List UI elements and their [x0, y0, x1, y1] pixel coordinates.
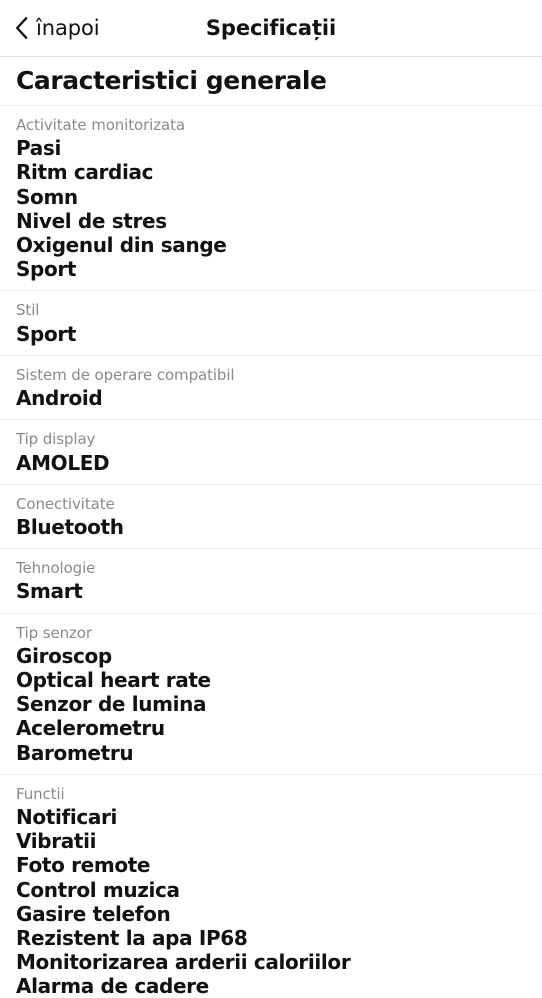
spec-value-list: Pasi Ritm cardiac Somn Nivel de stres Oxigen…	[16, 136, 526, 281]
spec-value-list: Sport	[16, 322, 526, 346]
spec-value: AMOLED	[16, 450, 110, 475]
spec-value: Smart	[16, 579, 83, 604]
spec-label: Functii	[16, 784, 65, 803]
specifications-screen: înapoi Specificații Caracteristici gener…	[0, 0, 542, 998]
spec-value: Foto remote	[16, 853, 151, 878]
spec-value: Bluetooth	[16, 514, 124, 539]
spec-value: Somn	[16, 184, 78, 209]
spec-value: Control muzica	[16, 877, 180, 902]
spec-row: Stil Sport	[0, 290, 542, 354]
spec-row: Tip display AMOLED	[0, 419, 542, 483]
spec-value: Vibratii	[16, 829, 97, 854]
spec-value-list: Bluetooth	[16, 515, 526, 539]
spec-value: Pasi	[16, 136, 61, 161]
spec-value-list: Notificari Vibratii Foto remote Control muz…	[16, 805, 526, 998]
spec-label: Stil	[16, 301, 40, 320]
spec-value: Notificari	[16, 805, 118, 829]
spec-value-list: AMOLED	[16, 451, 526, 475]
spec-label: Activitate monitorizata	[16, 116, 185, 134]
spec-row: Sistem de operare compatibil Android	[0, 354, 542, 419]
spec-value: Oxigenul din sange	[16, 233, 227, 257]
spec-row: Activitate monitorizata Pasi Ritm cardiac S…	[0, 106, 542, 290]
back-button[interactable]: înapoi	[0, 15, 100, 40]
specifications-list: Activitate monitorizata Pasi Ritm cardiac S…	[0, 106, 542, 998]
spec-value-list: Smart	[16, 579, 526, 603]
spec-row: Functii Notificari Vibratii Foto remote Cont…	[0, 773, 542, 998]
spec-value: Sport	[16, 321, 77, 346]
back-button-label: înapoi	[36, 15, 100, 40]
spec-label: Tehnologie	[16, 559, 96, 578]
spec-value: Alarma de cadere	[16, 974, 209, 998]
chevron-left-icon	[14, 16, 29, 40]
spec-value: Barometru	[16, 740, 134, 765]
spec-value: Giroscop	[16, 643, 112, 668]
spec-value-list: Giroscop Optical heart rate Senzor de lumi…	[16, 644, 526, 765]
navigation-bar: înapoi Specificații	[0, 0, 542, 57]
spec-value: Senzor de lumina	[16, 692, 207, 717]
spec-value: Ritm cardiac	[16, 160, 154, 185]
spec-value: Nivel de stres	[16, 208, 167, 233]
spec-label: Tip display	[16, 430, 96, 449]
spec-value: Optical heart rate	[16, 668, 211, 692]
spec-value: Android	[16, 386, 103, 411]
spec-value: Rezistent la apa IP68	[16, 925, 248, 950]
spec-value: Sport	[16, 257, 77, 282]
spec-value: Gasire telefon	[16, 901, 171, 926]
spec-label: Conectivitate	[16, 494, 115, 513]
section-heading: Caracteristici generale	[0, 57, 542, 106]
spec-row: Tehnologie Smart	[0, 548, 542, 612]
spec-row: Tip senzor Giroscop Optical heart rate Senz…	[0, 612, 542, 774]
spec-value: Monitorizarea arderii caloriilor	[16, 950, 351, 975]
spec-value: Acelerometru	[16, 716, 165, 741]
spec-row: Conectivitate Bluetooth	[0, 483, 542, 548]
spec-value-list: Android	[16, 386, 526, 410]
spec-label: Sistem de operare compatibil	[16, 365, 235, 384]
spec-label: Tip senzor	[16, 623, 92, 642]
